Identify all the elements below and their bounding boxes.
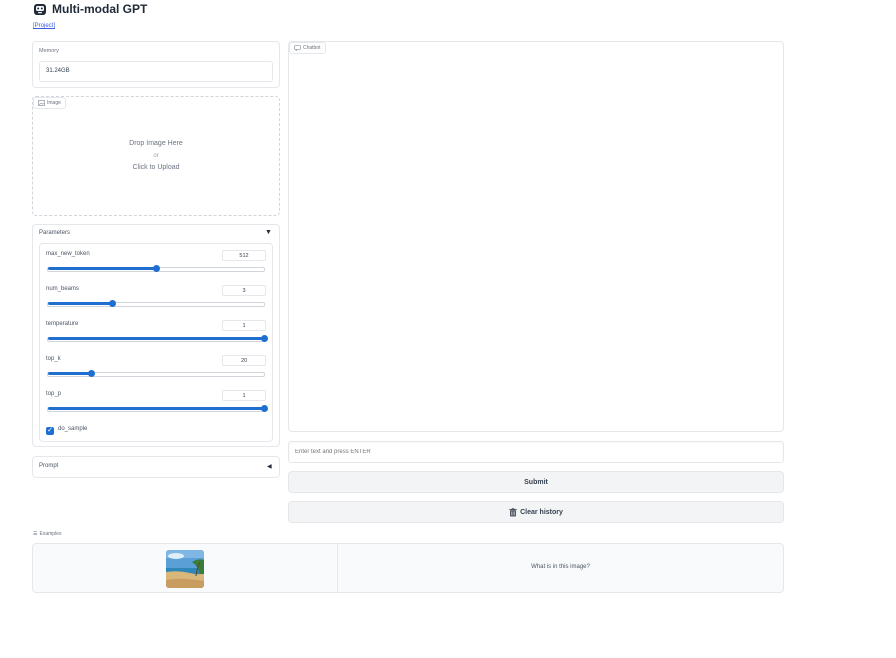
- slider-label: max_new_token: [46, 251, 90, 257]
- examples-label: Examples: [39, 531, 62, 537]
- examples-header: ☰ Examples: [33, 531, 61, 537]
- drop-instructions: Drop Image Here or Click to Upload: [32, 138, 280, 174]
- slider-label: top_p: [46, 391, 62, 397]
- page-title: Multi-modal GPT: [52, 2, 148, 16]
- slider-num-beams[interactable]: num_beams 3: [40, 280, 272, 315]
- slider-track[interactable]: [47, 370, 265, 377]
- collapse-triangle-icon[interactable]: ▼: [265, 229, 272, 236]
- prompt-title: Prompt: [39, 463, 59, 469]
- submit-button[interactable]: Submit: [288, 471, 784, 493]
- clear-history-button[interactable]: Clear history: [288, 501, 784, 523]
- project-link[interactable]: [Project]: [33, 23, 55, 29]
- clear-history-label: Clear history: [520, 508, 563, 516]
- chat-bubble-icon: [294, 45, 301, 51]
- drop-line2: Click to Upload: [132, 164, 180, 171]
- slider-top-p[interactable]: top_p 1: [40, 385, 272, 420]
- slider-number-input[interactable]: 512: [222, 250, 266, 261]
- memory-field[interactable]: 31.24GB: [39, 61, 273, 82]
- chat-input[interactable]: [288, 441, 784, 463]
- slider-thumb[interactable]: [87, 370, 95, 377]
- slider-track[interactable]: [47, 335, 268, 342]
- slider-fill: [48, 407, 264, 410]
- slider-max-new-token[interactable]: max_new_token 512: [40, 245, 272, 280]
- slider-thumb[interactable]: [109, 300, 117, 307]
- slider-number-input[interactable]: 1: [222, 320, 266, 331]
- list-icon: ☰: [33, 531, 38, 537]
- slider-top-k[interactable]: top_k 20: [40, 350, 272, 385]
- chatbot-tag: Chatbot: [289, 42, 326, 54]
- drop-line1: Drop Image Here: [129, 140, 183, 147]
- slider-number-input[interactable]: 20: [222, 355, 266, 366]
- slider-fill: [48, 267, 156, 270]
- robot-logo-icon: [34, 4, 46, 15]
- do-sample-label: do_sample: [58, 426, 88, 432]
- slider-thumb[interactable]: [260, 405, 268, 412]
- slider-temperature[interactable]: temperature 1: [40, 315, 272, 350]
- slider-track[interactable]: [47, 300, 265, 307]
- slider-track[interactable]: [47, 265, 265, 272]
- slider-number-input[interactable]: 3: [222, 285, 266, 296]
- expand-triangle-icon[interactable]: ◀: [267, 463, 272, 470]
- slider-label: temperature: [46, 321, 79, 327]
- slider-fill: [48, 372, 92, 375]
- slider-track[interactable]: [47, 405, 268, 412]
- image-tag-label: Image: [47, 100, 61, 106]
- parameters-title[interactable]: Parameters: [39, 230, 70, 236]
- slider-fill: [48, 302, 113, 305]
- example-prompt-text[interactable]: What is in this image?: [338, 564, 783, 570]
- trash-icon: [509, 507, 517, 516]
- chatbot-tag-label: Chatbot: [303, 45, 321, 51]
- image-icon: [38, 100, 45, 106]
- slider-number-input[interactable]: 1: [222, 390, 266, 401]
- prompt-accordion[interactable]: [32, 456, 280, 478]
- slider-label: num_beams: [46, 286, 80, 292]
- beach-image-icon: [166, 550, 204, 588]
- slider-thumb[interactable]: [260, 335, 268, 342]
- memory-label: Memory: [39, 48, 59, 54]
- slider-label: top_k: [46, 356, 61, 362]
- app-header: Multi-modal GPT: [33, 1, 147, 17]
- example-thumbnail[interactable]: [166, 550, 204, 588]
- slider-thumb[interactable]: [152, 265, 160, 272]
- submit-label: Submit: [524, 478, 548, 486]
- do-sample-checkbox[interactable]: ✓: [46, 427, 54, 435]
- image-tag: Image: [33, 97, 66, 109]
- chatbot-panel: [288, 41, 784, 432]
- slider-fill: [48, 337, 264, 340]
- drop-or: or: [153, 153, 159, 159]
